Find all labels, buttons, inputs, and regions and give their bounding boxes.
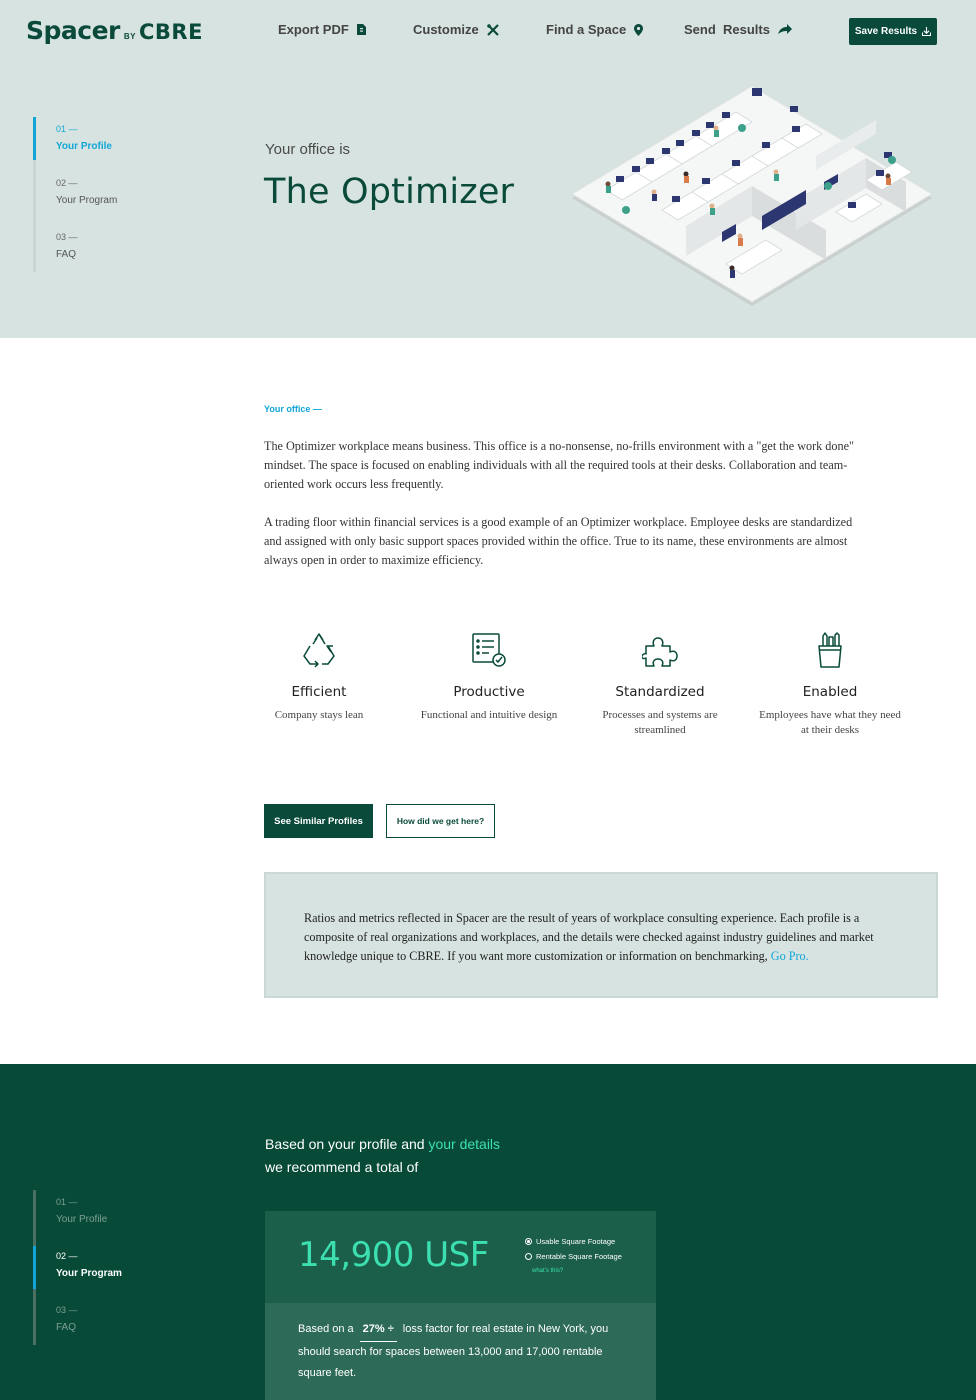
hero-kicker: Your office is [265, 141, 351, 158]
step-faq[interactable]: 03 — FAQ [56, 232, 78, 260]
step-faq[interactable]: 03 — FAQ [56, 1305, 78, 1333]
loss-factor-select[interactable]: 27% ÷ [359, 1319, 397, 1342]
step-number: 01 — [56, 1197, 78, 1207]
usf-recommendation-card: 14,900 USF Usable Square Footage Rentabl… [265, 1211, 656, 1400]
radio-label: Rentable Square Footage [536, 1252, 622, 1261]
feature-title: Standardized [615, 684, 705, 700]
customize-link[interactable]: Customize [413, 22, 499, 37]
benchmark-note: Ratios and metrics reflected in Spacer a… [264, 872, 938, 998]
send-results-label: Send Results [684, 22, 770, 37]
rentable-square-footage-radio[interactable]: Rentable Square Footage [525, 1252, 622, 1261]
step-number: 01 — [56, 124, 78, 134]
feature-description: Employees have what they need at their d… [759, 709, 901, 736]
feature-efficient: Efficient Company stays lean [244, 632, 394, 723]
arrow-share-icon [777, 24, 792, 34]
recommendation-heading: Based on your profile and your details [265, 1136, 500, 1152]
find-space-link[interactable]: Find a Space [546, 22, 644, 37]
step-navigation-program: 01 — Your Profile 02 — Your Program 03 —… [33, 1190, 183, 1345]
save-results-button[interactable]: Save Results [849, 18, 937, 45]
pencil-cup-icon [818, 632, 842, 668]
logo-by-text: BY [123, 32, 136, 41]
feature-title: Efficient [291, 684, 347, 700]
save-results-label: Save Results [854, 26, 918, 37]
radio-unselected-icon [525, 1253, 532, 1260]
usable-square-footage-radio[interactable]: Usable Square Footage [525, 1237, 615, 1246]
step-number: 02 — [56, 178, 78, 188]
step-number: 03 — [56, 1305, 78, 1315]
note-text: Ratios and metrics reflected in Spacer a… [304, 909, 904, 966]
step-label: Your Program [56, 1268, 122, 1279]
whats-this-link[interactable]: what's this? [532, 1268, 563, 1274]
detail-prefix: Based on a [298, 1323, 354, 1335]
step-label: Your Profile [56, 1214, 108, 1225]
step-active-indicator [33, 1246, 36, 1289]
logo-cbre-text: CBRE [139, 20, 203, 44]
feature-title: Enabled [802, 684, 858, 700]
step-label: Your Program [56, 195, 118, 206]
isometric-office-illustration [571, 85, 933, 306]
customize-label: Customize [413, 22, 479, 37]
usf-card-top: 14,900 USF Usable Square Footage Rentabl… [265, 1211, 656, 1303]
recycle-icon [303, 633, 335, 668]
export-pdf-label: Export PDF [278, 22, 349, 37]
feature-description: Processes and systems are streamlined [602, 709, 718, 736]
pdf-file-icon [356, 24, 366, 35]
logo-spacer-text: Spacer [26, 16, 120, 45]
download-icon [922, 27, 932, 36]
feature-productive: Productive Functional and intuitive desi… [414, 632, 564, 723]
send-results-link[interactable]: Send Results [684, 22, 792, 37]
feature-description: Functional and intuitive design [420, 709, 558, 721]
map-pin-icon [634, 23, 644, 36]
step-your-profile[interactable]: 01 — Your Profile [56, 124, 112, 152]
how-did-we-get-here-button[interactable]: How did we get here? [386, 804, 495, 838]
step-navigation: 01 — Your Profile 02 — Your Program 03 —… [33, 117, 183, 272]
feature-standardized: Standardized Processes and systems are s… [585, 632, 735, 738]
tools-icon [486, 23, 499, 36]
feature-title: Productive [453, 684, 525, 700]
spacer-logo[interactable]: Spacer BY CBRE [26, 16, 203, 45]
radio-label: Usable Square Footage [536, 1237, 616, 1246]
step-label: Your Profile [56, 141, 112, 152]
step-your-program[interactable]: 02 — Your Program [56, 178, 117, 206]
go-pro-link[interactable]: Go Pro. [771, 949, 809, 963]
loss-factor-text: Based on a 27% ÷ loss factor for real esta… [298, 1319, 628, 1385]
see-similar-profiles-button[interactable]: See Similar Profiles [264, 804, 373, 838]
hero-section: Spacer BY CBRE Export PDF Customize Find… [0, 0, 976, 338]
step-label: FAQ [56, 1322, 77, 1333]
step-label: FAQ [56, 249, 77, 260]
step-your-profile[interactable]: 01 — Your Profile [56, 1197, 107, 1225]
feature-enabled: Enabled Employees have what they need at… [755, 632, 905, 738]
puzzle-icon [642, 637, 678, 667]
page-title: The Optimizer [264, 172, 515, 212]
step-active-indicator [33, 117, 36, 160]
step-number: 03 — [56, 232, 78, 242]
profile-description-2: A trading floor within financial service… [264, 515, 853, 567]
profile-description-1: The Optimizer workplace means business. … [264, 439, 854, 491]
radio-selected-icon [525, 1238, 532, 1245]
usf-card-detail: Based on a 27% ÷ loss factor for real esta… [265, 1303, 656, 1400]
section-label: Your office — [264, 404, 322, 414]
export-pdf-link[interactable]: Export PDF [278, 22, 366, 37]
step-your-program[interactable]: 02 — Your Program [56, 1251, 122, 1279]
checklist-icon [472, 633, 506, 667]
feature-description: Company stays lean [274, 709, 364, 721]
recommendation-prefix: Based on your profile and [265, 1136, 425, 1152]
usf-total-value: 14,900 USF [298, 1235, 489, 1275]
find-space-label: Find a Space [546, 22, 627, 37]
step-number: 02 — [56, 1251, 78, 1261]
your-details-link[interactable]: your details [428, 1136, 500, 1152]
recommendation-subheading: we recommend a total of [265, 1159, 419, 1175]
